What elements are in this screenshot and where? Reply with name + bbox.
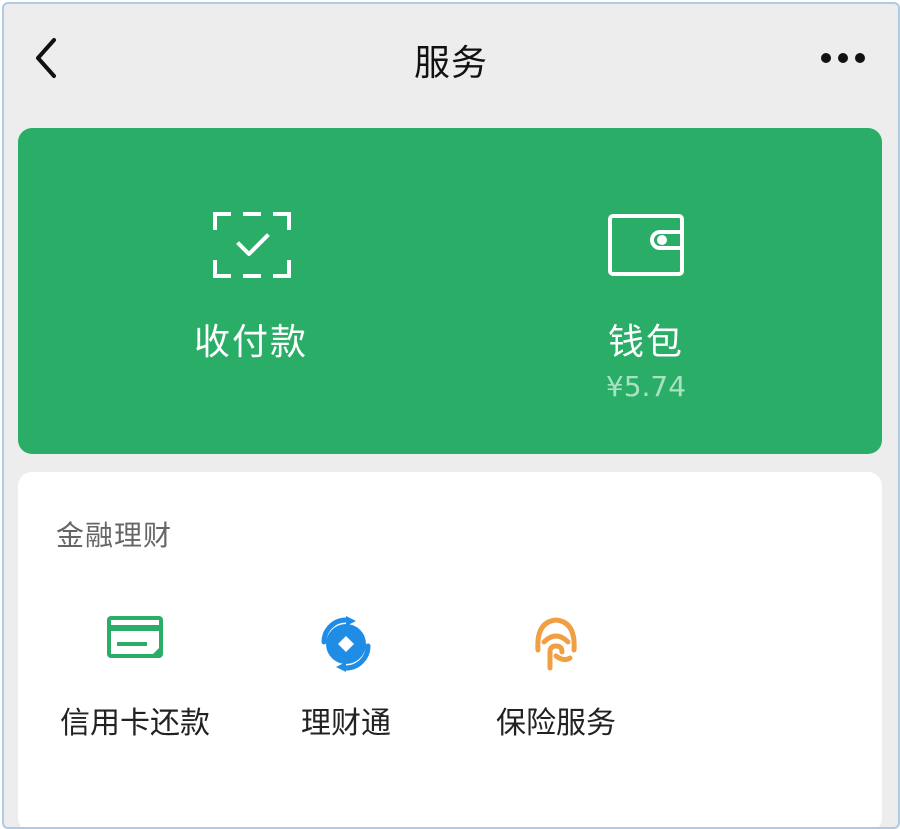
page-title: 服务: [413, 43, 488, 84]
credit-card-repay-label: 信用卡还款: [60, 706, 210, 741]
licaitong-button[interactable]: 理财通: [246, 612, 446, 752]
wallet-button[interactable]: 钱包 ¥5.74: [496, 128, 796, 454]
more-dots-icon: [821, 53, 865, 63]
wallet-icon: [608, 214, 684, 276]
insurance-service-button[interactable]: 保险服务: [456, 612, 656, 752]
licaitong-label: 理财通: [301, 706, 391, 741]
app-window: 服务 收付款 钱包 ¥5.74 金融理财 信用卡还款 理财通 保险服务: [2, 2, 900, 829]
credit-card-icon: [107, 616, 163, 658]
pay-receive-button[interactable]: 收付款: [101, 128, 401, 454]
more-button[interactable]: [818, 44, 868, 74]
licaitong-icon: [321, 616, 371, 672]
wallet-balance: ¥5.74: [605, 370, 687, 403]
wallet-label: 钱包: [607, 322, 684, 363]
insurance-service-label: 保险服务: [496, 706, 616, 741]
pay-receive-label: 收付款: [193, 322, 308, 363]
insurance-icon: [535, 617, 577, 671]
top-bar: 服务: [4, 4, 898, 114]
credit-card-repay-button[interactable]: 信用卡还款: [35, 612, 235, 752]
scan-check-icon: [213, 212, 291, 278]
payment-wallet-card: 收付款 钱包 ¥5.74: [18, 128, 882, 536]
section-title: 金融理财: [56, 519, 173, 552]
finance-section: 金融理财 信用卡还款 理财通 保险服务: [18, 472, 882, 827]
